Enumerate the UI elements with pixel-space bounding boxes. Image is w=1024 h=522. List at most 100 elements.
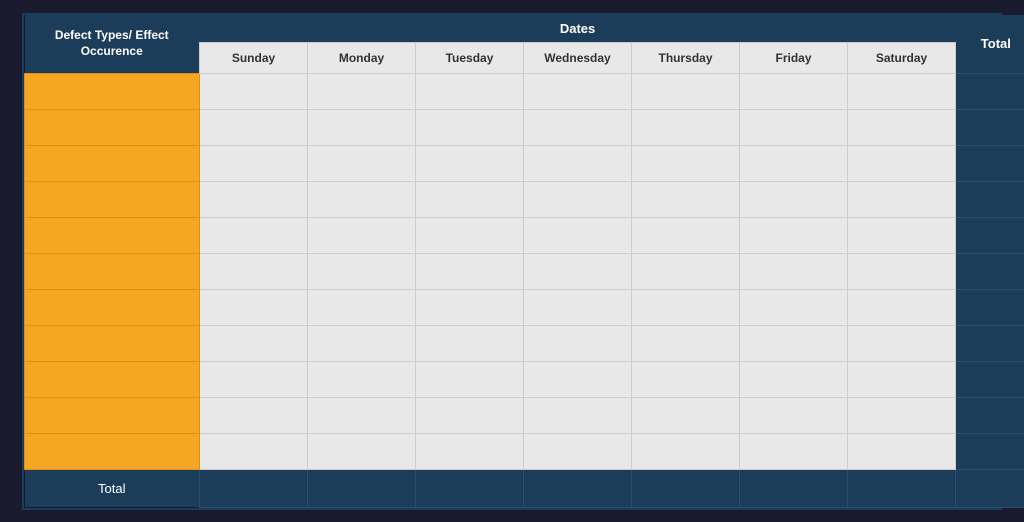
cell-sat-11[interactable] — [848, 433, 956, 469]
cell-sun-2[interactable] — [200, 109, 308, 145]
table-row — [25, 289, 1024, 325]
cell-tue-9[interactable] — [416, 361, 524, 397]
cell-fri-1[interactable] — [740, 73, 848, 109]
defect-label-11 — [25, 433, 200, 469]
cell-mon-10[interactable] — [308, 397, 416, 433]
cell-sat-2[interactable] — [848, 109, 956, 145]
cell-tue-8[interactable] — [416, 325, 524, 361]
cell-mon-5[interactable] — [308, 217, 416, 253]
cell-wed-6[interactable] — [524, 253, 632, 289]
cell-sun-9[interactable] — [200, 361, 308, 397]
cell-fri-4[interactable] — [740, 181, 848, 217]
cell-sun-4[interactable] — [200, 181, 308, 217]
cell-tue-4[interactable] — [416, 181, 524, 217]
saturday-header: Saturday — [848, 42, 956, 73]
cell-fri-5[interactable] — [740, 217, 848, 253]
defect-label-8 — [25, 325, 200, 361]
cell-fri-10[interactable] — [740, 397, 848, 433]
cell-fri-6[interactable] — [740, 253, 848, 289]
cell-sun-6[interactable] — [200, 253, 308, 289]
defect-label-2 — [25, 109, 200, 145]
total-7 — [956, 289, 1024, 325]
total-row-sun — [200, 469, 308, 507]
total-row-tue — [416, 469, 524, 507]
cell-mon-7[interactable] — [308, 289, 416, 325]
defect-header: Defect Types/ Effect Occurence — [25, 15, 200, 74]
cell-fri-7[interactable] — [740, 289, 848, 325]
cell-wed-1[interactable] — [524, 73, 632, 109]
cell-tue-2[interactable] — [416, 109, 524, 145]
cell-tue-1[interactable] — [416, 73, 524, 109]
cell-tue-5[interactable] — [416, 217, 524, 253]
cell-wed-7[interactable] — [524, 289, 632, 325]
cell-sat-4[interactable] — [848, 181, 956, 217]
cell-sun-7[interactable] — [200, 289, 308, 325]
cell-mon-6[interactable] — [308, 253, 416, 289]
cell-sat-5[interactable] — [848, 217, 956, 253]
total-row-thu — [632, 469, 740, 507]
cell-thu-10[interactable] — [632, 397, 740, 433]
cell-mon-2[interactable] — [308, 109, 416, 145]
cell-thu-8[interactable] — [632, 325, 740, 361]
cell-thu-6[interactable] — [632, 253, 740, 289]
cell-sat-1[interactable] — [848, 73, 956, 109]
cell-sat-3[interactable] — [848, 145, 956, 181]
cell-thu-1[interactable] — [632, 73, 740, 109]
total-1 — [956, 73, 1024, 109]
cell-wed-10[interactable] — [524, 397, 632, 433]
defect-label-9 — [25, 361, 200, 397]
cell-tue-7[interactable] — [416, 289, 524, 325]
cell-sat-6[interactable] — [848, 253, 956, 289]
cell-fri-8[interactable] — [740, 325, 848, 361]
cell-thu-5[interactable] — [632, 217, 740, 253]
cell-sun-11[interactable] — [200, 433, 308, 469]
cell-sun-8[interactable] — [200, 325, 308, 361]
cell-wed-5[interactable] — [524, 217, 632, 253]
defect-label-3 — [25, 145, 200, 181]
cell-tue-3[interactable] — [416, 145, 524, 181]
cell-wed-9[interactable] — [524, 361, 632, 397]
cell-mon-4[interactable] — [308, 181, 416, 217]
table-row — [25, 361, 1024, 397]
cell-thu-2[interactable] — [632, 109, 740, 145]
cell-thu-3[interactable] — [632, 145, 740, 181]
cell-fri-11[interactable] — [740, 433, 848, 469]
cell-sun-3[interactable] — [200, 145, 308, 181]
cell-sat-7[interactable] — [848, 289, 956, 325]
cell-wed-11[interactable] — [524, 433, 632, 469]
cell-mon-1[interactable] — [308, 73, 416, 109]
defect-label-10 — [25, 397, 200, 433]
total-11 — [956, 433, 1024, 469]
cell-thu-9[interactable] — [632, 361, 740, 397]
cell-fri-3[interactable] — [740, 145, 848, 181]
table-row — [25, 325, 1024, 361]
cell-mon-9[interactable] — [308, 361, 416, 397]
cell-wed-3[interactable] — [524, 145, 632, 181]
cell-sun-5[interactable] — [200, 217, 308, 253]
total-row-label: Total — [25, 469, 200, 507]
cell-fri-2[interactable] — [740, 109, 848, 145]
cell-thu-4[interactable] — [632, 181, 740, 217]
table-row — [25, 145, 1024, 181]
cell-sat-8[interactable] — [848, 325, 956, 361]
cell-thu-11[interactable] — [632, 433, 740, 469]
cell-tue-11[interactable] — [416, 433, 524, 469]
cell-sat-10[interactable] — [848, 397, 956, 433]
cell-mon-11[interactable] — [308, 433, 416, 469]
cell-fri-9[interactable] — [740, 361, 848, 397]
cell-wed-4[interactable] — [524, 181, 632, 217]
cell-wed-2[interactable] — [524, 109, 632, 145]
cell-tue-6[interactable] — [416, 253, 524, 289]
cell-tue-10[interactable] — [416, 397, 524, 433]
cell-sat-9[interactable] — [848, 361, 956, 397]
cell-wed-8[interactable] — [524, 325, 632, 361]
total-8 — [956, 325, 1024, 361]
cell-mon-3[interactable] — [308, 145, 416, 181]
cell-sun-1[interactable] — [200, 73, 308, 109]
cell-mon-8[interactable] — [308, 325, 416, 361]
total-10 — [956, 397, 1024, 433]
table-row — [25, 433, 1024, 469]
cell-thu-7[interactable] — [632, 289, 740, 325]
cell-sun-10[interactable] — [200, 397, 308, 433]
total-9 — [956, 361, 1024, 397]
